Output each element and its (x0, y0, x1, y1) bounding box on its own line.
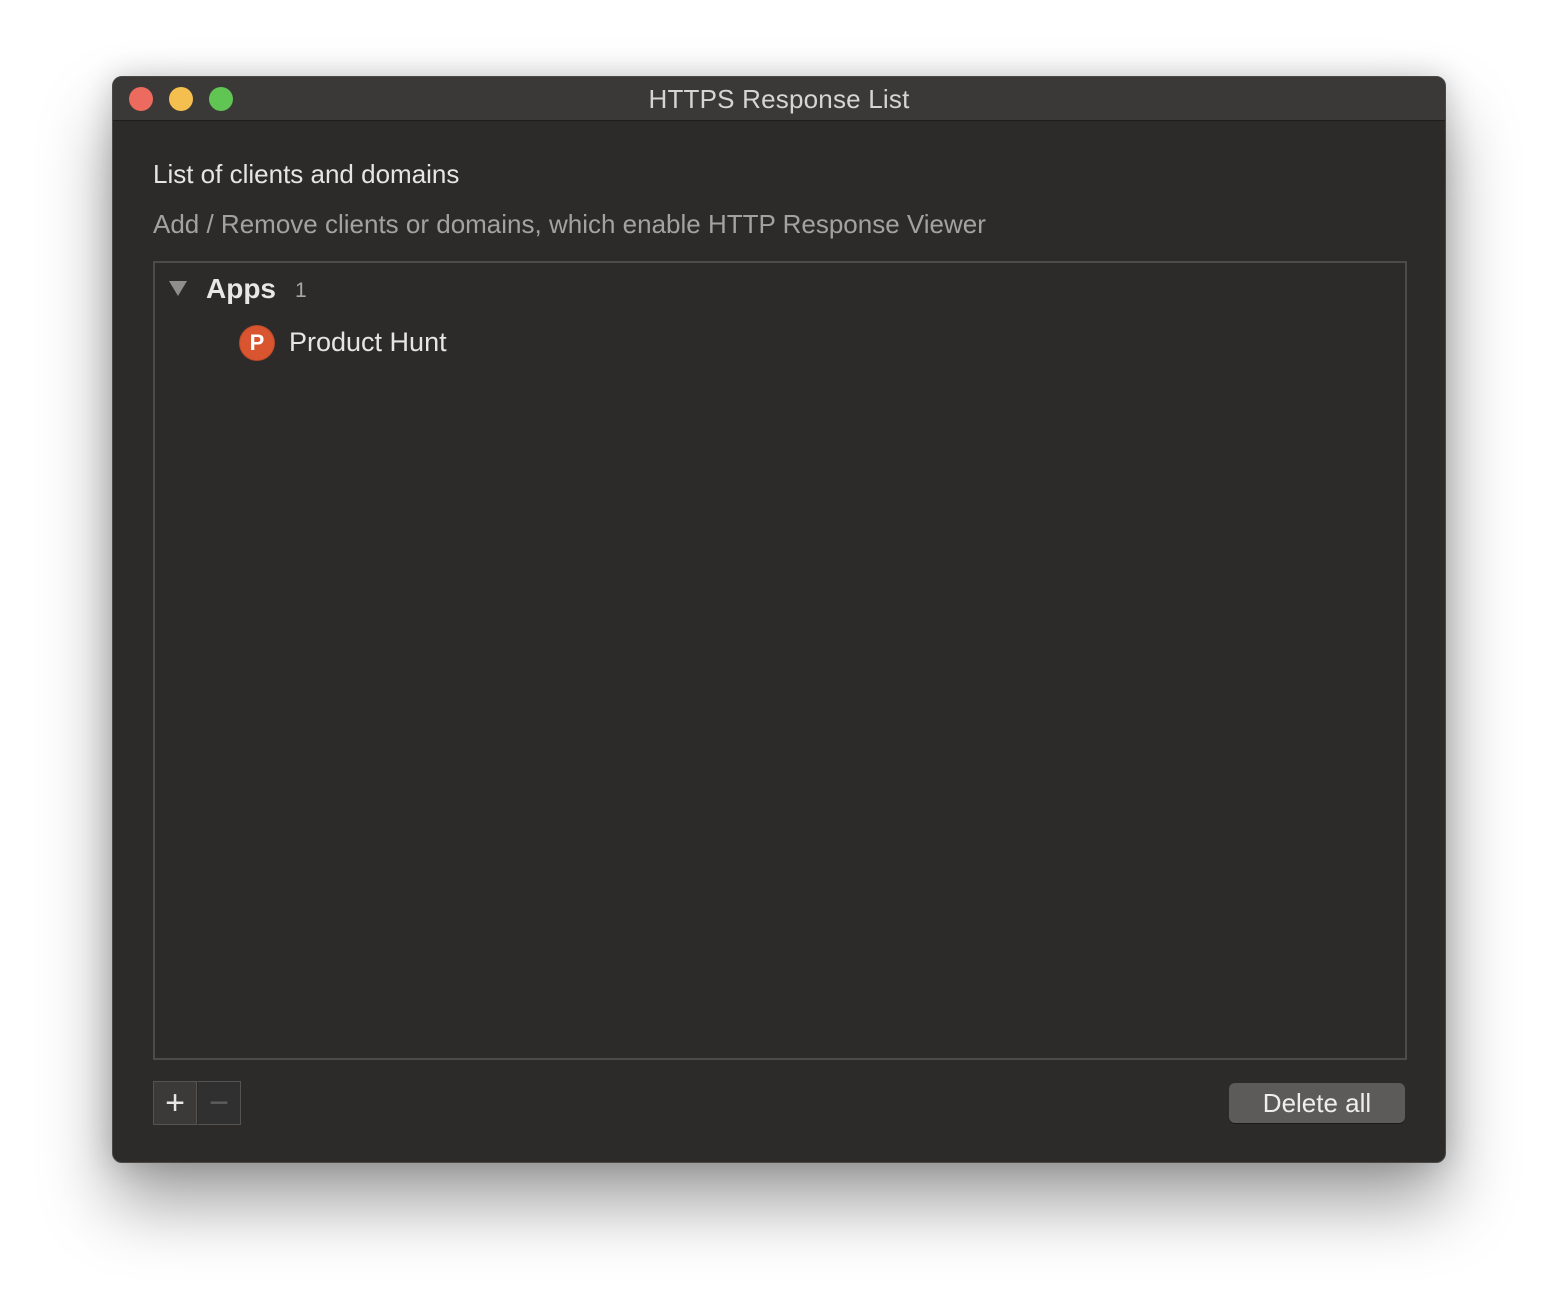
group-row-apps[interactable]: Apps 1 (155, 271, 1405, 311)
minus-icon: − (209, 1084, 229, 1122)
product-hunt-icon: P (239, 325, 275, 361)
remove-button[interactable]: − (197, 1081, 241, 1125)
window-title: HTTPS Response List (648, 84, 910, 114)
list-item-product-hunt[interactable]: P Product Hunt (239, 323, 839, 363)
title-bar[interactable]: HTTPS Response List (113, 77, 1445, 121)
plus-icon: + (165, 1084, 185, 1122)
add-button[interactable]: + (153, 1081, 197, 1125)
disclosure-triangle-icon[interactable] (169, 281, 187, 296)
group-label: Apps (206, 273, 276, 304)
page-subtitle: Add / Remove clients or domains, which e… (153, 209, 986, 239)
page-title: List of clients and domains (153, 159, 460, 189)
https-response-list-window: HTTPS Response List List of clients and … (112, 76, 1446, 1163)
group-count-badge: 1 (295, 279, 307, 302)
add-remove-segmented-control: + − (153, 1081, 241, 1125)
delete-all-button[interactable]: Delete all (1229, 1083, 1405, 1123)
list-item-label: Product Hunt (289, 327, 447, 357)
clients-domains-list[interactable]: Apps 1 P Product Hunt (153, 261, 1407, 1060)
